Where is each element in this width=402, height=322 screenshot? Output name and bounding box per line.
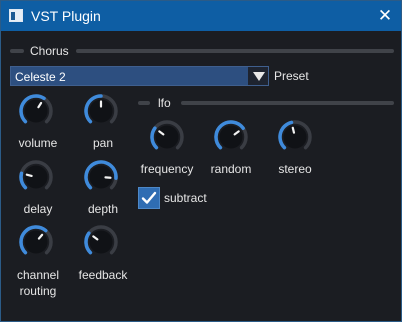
knob-dial bbox=[278, 120, 312, 150]
knob-dial bbox=[19, 160, 53, 190]
feedback-label: feedback bbox=[78, 268, 128, 282]
chorus-group-title: Chorus bbox=[30, 44, 69, 58]
stereo-label: stereo bbox=[278, 162, 312, 176]
knob-body bbox=[155, 125, 179, 149]
subtract-checkbox[interactable] bbox=[138, 187, 160, 209]
chevron-down-icon[interactable] bbox=[248, 67, 268, 85]
knob-dial bbox=[19, 225, 53, 255]
close-icon: ✕ bbox=[377, 6, 393, 25]
random-knob[interactable] bbox=[213, 119, 249, 155]
volume-label: volume bbox=[18, 136, 58, 150]
lfo-rule-left bbox=[138, 101, 150, 105]
knob-indicator bbox=[291, 126, 296, 134]
channel-routing-label-line2: routing bbox=[19, 284, 57, 298]
knob-body bbox=[24, 165, 48, 189]
chorus-rule-right bbox=[76, 49, 394, 53]
pan-label: pan bbox=[92, 136, 114, 150]
knob-dial bbox=[84, 94, 118, 124]
preset-dropdown[interactable]: Celeste 2 bbox=[10, 66, 269, 86]
plugin-content: Chorus Celeste 2 Preset volume pan delay… bbox=[1, 31, 401, 321]
checkmark-icon bbox=[141, 191, 157, 204]
knob-dial bbox=[84, 225, 118, 255]
close-button[interactable]: ✕ bbox=[371, 3, 399, 29]
window-icon bbox=[9, 9, 23, 22]
depth-knob[interactable] bbox=[83, 159, 119, 195]
delay-knob[interactable] bbox=[18, 159, 54, 195]
knob-dial bbox=[84, 160, 118, 190]
knob-body bbox=[89, 230, 113, 254]
channel-routing-label-line1: channel bbox=[16, 268, 60, 282]
window-title: VST Plugin bbox=[31, 8, 101, 24]
chorus-rule-left bbox=[10, 49, 24, 53]
channel-routing-knob[interactable] bbox=[18, 224, 54, 260]
feedback-knob[interactable] bbox=[83, 224, 119, 260]
preset-label: Preset bbox=[274, 69, 309, 83]
random-label: random bbox=[210, 162, 252, 176]
plugin-window: VST Plugin ✕ Chorus Celeste 2 Preset vol… bbox=[0, 0, 402, 322]
frequency-label: frequency bbox=[140, 162, 194, 176]
preset-value: Celeste 2 bbox=[15, 70, 66, 84]
knob-dial bbox=[214, 120, 248, 150]
lfo-group-title: lfo bbox=[158, 96, 171, 110]
lfo-rule-right bbox=[181, 101, 394, 105]
knob-dial bbox=[19, 94, 53, 124]
depth-label: depth bbox=[87, 202, 119, 216]
stereo-knob[interactable] bbox=[277, 119, 313, 155]
knob-body bbox=[283, 125, 307, 149]
subtract-label: subtract bbox=[164, 191, 207, 205]
channel-routing-label: channel routing bbox=[3, 267, 73, 299]
title-bar: VST Plugin ✕ bbox=[1, 1, 401, 31]
frequency-knob[interactable] bbox=[149, 119, 185, 155]
knob-body bbox=[24, 99, 48, 123]
knob-indicator bbox=[25, 173, 33, 177]
knob-body bbox=[24, 230, 48, 254]
delay-label: delay bbox=[23, 202, 53, 216]
knob-dial bbox=[150, 120, 184, 150]
knob-body bbox=[219, 125, 243, 149]
pan-knob[interactable] bbox=[83, 93, 119, 129]
volume-knob[interactable] bbox=[18, 93, 54, 129]
